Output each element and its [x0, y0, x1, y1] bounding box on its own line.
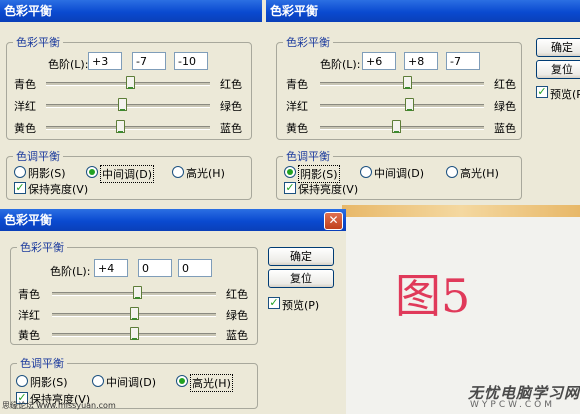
yellow-label: 黄色	[286, 122, 308, 135]
midtones-label[interactable]: 中间调(D)	[374, 165, 424, 181]
ok-button[interactable]: 确定	[268, 247, 334, 266]
cyan-label: 青色	[286, 78, 308, 91]
preview-checkbox[interactable]: ✓	[536, 86, 548, 98]
checkmark-icon: ✓	[537, 85, 547, 98]
levels-label: 色阶(L):	[50, 265, 91, 278]
level-cyan-red-field[interactable]: +3	[88, 52, 122, 70]
figure-label: 图5	[395, 269, 471, 323]
shadows-label[interactable]: 阴影(S)	[28, 165, 66, 181]
color-balance-group-label: 色彩平衡	[286, 36, 330, 49]
reset-button[interactable]: 复位	[536, 60, 580, 79]
reset-button[interactable]: 复位	[268, 269, 334, 288]
level-yellow-blue-field[interactable]: 0	[178, 259, 212, 277]
blue-label: 蓝色	[220, 122, 242, 135]
midtones-radio[interactable]	[360, 166, 372, 178]
cyan-red-slider-thumb[interactable]	[402, 76, 412, 89]
preview-checkbox[interactable]: ✓	[268, 297, 280, 309]
level-magenta-green-field[interactable]: -7	[132, 52, 166, 70]
magenta-green-slider-thumb[interactable]	[130, 307, 139, 320]
cyan-red-slider-thumb[interactable]	[126, 76, 136, 89]
level-magenta-green-field[interactable]: +8	[404, 52, 438, 70]
green-label: 绿色	[494, 100, 516, 113]
magenta-green-slider-track[interactable]	[320, 104, 484, 108]
screenshot-root: { "colors": {"title_bar":"#0a4ad0","grou…	[0, 0, 580, 414]
midtones-radio[interactable]	[92, 375, 104, 387]
color-balance-group-label: 色彩平衡	[20, 241, 64, 254]
yellow-label: 黄色	[14, 122, 36, 135]
close-button[interactable]: ✕	[324, 212, 343, 230]
red-label: 红色	[226, 288, 248, 301]
yellow-blue-slider-track[interactable]	[46, 126, 210, 130]
level-yellow-blue-field[interactable]: -10	[174, 52, 208, 70]
red-label: 红色	[494, 78, 516, 91]
preserve-luminosity-label[interactable]: 保持亮度(V)	[28, 181, 88, 197]
highlights-label[interactable]: 高光(H)	[460, 165, 499, 181]
blue-label: 蓝色	[494, 122, 516, 135]
dialog-title: 色彩平衡	[0, 209, 346, 231]
shadows-radio[interactable]	[284, 166, 296, 178]
watermark-site-url: WYPCW.COM	[470, 400, 555, 410]
midtones-radio[interactable]	[86, 166, 98, 178]
level-cyan-red-field[interactable]: +4	[94, 259, 128, 277]
magenta-green-slider-thumb[interactable]	[404, 98, 414, 111]
cyan-red-slider-thumb[interactable]	[133, 286, 143, 299]
yellow-blue-slider-thumb[interactable]	[115, 120, 125, 133]
midtones-label[interactable]: 中间调(D)	[100, 165, 155, 183]
color-balance-dialog-2: 色彩平衡 色彩平衡 色阶(L): +6 +8 -7 青色 红色 洋红 绿色 黄色…	[266, 0, 580, 205]
magenta-label: 洋红	[286, 100, 308, 113]
magenta-green-slider-track[interactable]	[46, 104, 210, 108]
yellow-label: 黄色	[18, 329, 40, 342]
magenta-label: 洋红	[14, 100, 36, 113]
desktop-background	[342, 205, 580, 217]
tone-balance-group-label: 色调平衡	[20, 357, 64, 370]
blue-label: 蓝色	[226, 329, 248, 342]
yellow-blue-slider-thumb[interactable]	[130, 327, 139, 340]
levels-label: 色阶(L):	[48, 58, 89, 71]
checkmark-icon: ✓	[269, 296, 279, 309]
levels-label: 色阶(L):	[320, 58, 361, 71]
close-icon: ✕	[328, 213, 339, 227]
tone-balance-group-label: 色调平衡	[286, 150, 330, 163]
preserve-luminosity-checkbox[interactable]: ✓	[284, 182, 296, 194]
highlights-label[interactable]: 高光(H)	[190, 374, 233, 392]
shadows-label[interactable]: 阴影(S)	[30, 374, 68, 390]
checkmark-icon: ✓	[285, 181, 295, 194]
yellow-blue-slider-track[interactable]	[320, 126, 484, 130]
preview-label[interactable]: 预览(P	[550, 86, 580, 102]
midtones-label[interactable]: 中间调(D)	[106, 374, 156, 390]
preserve-luminosity-label[interactable]: 保持亮度(V)	[298, 181, 358, 197]
color-balance-group-label: 色彩平衡	[16, 36, 60, 49]
magenta-label: 洋红	[18, 309, 40, 322]
watermark-credit: 思缘论坛 www.missyuan.com	[2, 401, 116, 410]
level-cyan-red-field[interactable]: +6	[362, 52, 396, 70]
color-balance-dialog-1: 色彩平衡 色彩平衡 色阶(L): +3 -7 -10 青色 红色 洋红 绿色 黄…	[0, 0, 262, 205]
shadows-radio[interactable]	[14, 166, 26, 178]
shadows-radio[interactable]	[16, 375, 28, 387]
yellow-blue-slider-thumb[interactable]	[392, 120, 402, 133]
checkmark-icon: ✓	[15, 181, 25, 194]
green-label: 绿色	[220, 100, 242, 113]
magenta-green-slider-thumb[interactable]	[118, 98, 128, 111]
red-label: 红色	[220, 78, 242, 91]
highlights-label[interactable]: 高光(H)	[186, 165, 225, 181]
cyan-label: 青色	[14, 78, 36, 91]
highlights-radio[interactable]	[172, 166, 184, 178]
color-balance-dialog-3: 色彩平衡 ✕ 色彩平衡 色阶(L): +4 0 0 青色 红色 洋红 绿色 黄色…	[0, 209, 346, 414]
highlights-radio[interactable]	[446, 166, 458, 178]
dialog-title: 色彩平衡	[0, 0, 262, 22]
preserve-luminosity-checkbox[interactable]: ✓	[14, 182, 26, 194]
green-label: 绿色	[226, 309, 248, 322]
cyan-label: 青色	[18, 288, 40, 301]
preview-label[interactable]: 预览(P)	[282, 297, 319, 313]
ok-button[interactable]: 确定	[536, 38, 580, 57]
level-magenta-green-field[interactable]: 0	[138, 259, 172, 277]
tone-balance-group-label: 色调平衡	[16, 150, 60, 163]
highlights-radio[interactable]	[176, 375, 188, 387]
dialog-title: 色彩平衡	[266, 0, 580, 22]
level-yellow-blue-field[interactable]: -7	[446, 52, 480, 70]
